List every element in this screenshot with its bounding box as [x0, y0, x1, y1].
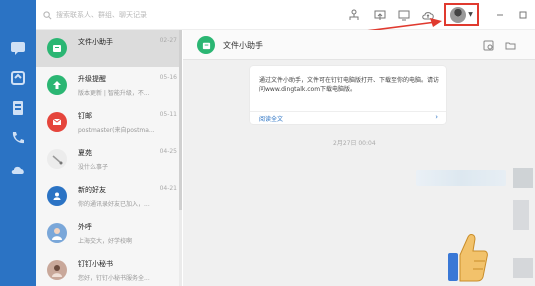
file-icon	[47, 38, 67, 58]
workbench-icon[interactable]	[10, 100, 26, 116]
list-item[interactable]: 钉钉小秘书 您好，钉钉小秘书服务全...	[36, 252, 181, 286]
mail-icon	[47, 112, 67, 132]
list-item[interactable]: 钉邮 postmaster(来自postma... 05-11	[36, 104, 181, 141]
phone-icon[interactable]	[10, 130, 26, 146]
photo-avatar-2	[47, 223, 67, 243]
left-rail	[0, 0, 36, 286]
chat-header: 文件小助手	[183, 30, 535, 60]
card-text: 通过文件小助手，文件可在钉钉电脑版打开、下载至你的电脑。请访问www.dingt…	[259, 77, 440, 93]
maximize-icon[interactable]	[517, 9, 529, 21]
thumbs-up-icon	[448, 234, 488, 282]
list-scrollbar[interactable]	[179, 30, 182, 286]
photo-avatar-3	[47, 260, 67, 280]
blurred-avatar	[513, 258, 533, 278]
chevron-right-icon[interactable]: ›	[435, 113, 438, 121]
list-item[interactable]: 夏苑 没什么事子 04-25	[36, 141, 181, 178]
file-helper-avatar-icon	[197, 36, 215, 54]
chat-title: 文件小助手	[223, 41, 263, 50]
chevron-down-icon: ▼	[468, 11, 473, 18]
read-more-link[interactable]: 阅读全文	[259, 114, 283, 123]
new-friend-icon	[47, 186, 67, 206]
list-item[interactable]: 文件小助手 02-27	[36, 30, 181, 67]
list-item[interactable]: 新的好友 你的通讯录好友已加入，... 04-21	[36, 178, 181, 215]
minimize-icon[interactable]	[494, 9, 506, 21]
search-icon	[43, 10, 52, 19]
blurred-avatar	[513, 168, 533, 188]
divider	[250, 111, 446, 112]
message-timestamp: 2月27日 00:04	[333, 140, 376, 147]
message-card: 通过文件小助手，文件可在钉钉电脑版打开、下载至你的电脑。请访问www.dingt…	[250, 66, 446, 124]
scroll-thumb[interactable]	[179, 30, 182, 210]
list-item[interactable]: 外呼 上海交大，好学校啊	[36, 215, 181, 252]
cloud-disk-icon[interactable]	[10, 162, 26, 178]
chat-pane: 文件小助手 通过文件小助手，文件可在钉钉电脑版打开、下载至你的电脑。请访问www…	[183, 30, 535, 286]
photo-avatar	[47, 149, 67, 169]
upgrade-arrow-icon	[47, 75, 67, 95]
folder-icon[interactable]	[505, 40, 516, 51]
search-placeholder: 搜索联系人、群组、聊天记录	[56, 11, 147, 19]
conversation-list: 文件小助手 02-27 升级提醒 版本更新 | 智能升级，不... 05-16 …	[36, 30, 182, 286]
search-box[interactable]: 搜索联系人、群组、聊天记录	[43, 8, 203, 22]
history-icon[interactable]	[483, 40, 494, 51]
blurred-message	[513, 200, 529, 230]
ding-icon[interactable]	[10, 70, 26, 86]
message-icon[interactable]	[10, 40, 26, 56]
blurred-message	[416, 170, 506, 186]
list-item[interactable]: 升级提醒 版本更新 | 智能升级，不... 05-16	[36, 67, 181, 104]
